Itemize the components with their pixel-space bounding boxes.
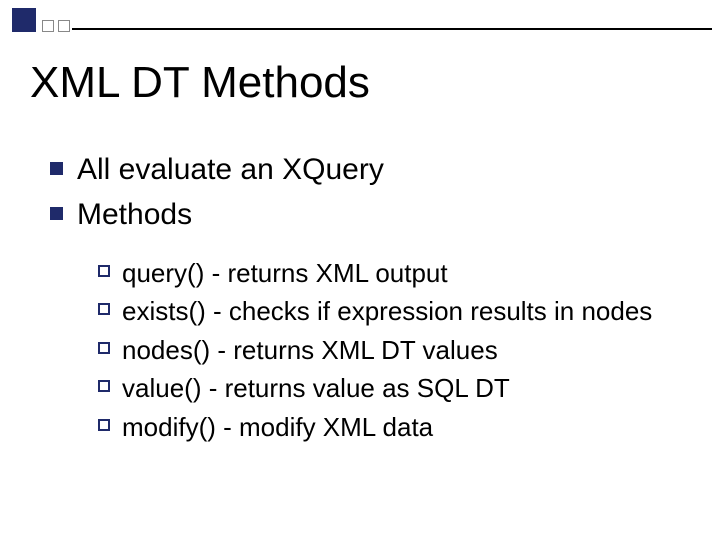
bullet-text: Methods (77, 195, 192, 236)
sub-bullet-item: query() - returns XML output (98, 255, 680, 291)
sub-bullet-item: exists() - checks if expression results … (98, 293, 680, 329)
bullet-text: All evaluate an XQuery (77, 150, 384, 191)
sub-bullet-text: query() - returns XML output (122, 255, 448, 291)
small-square-icon (42, 20, 54, 32)
filled-square-bullet-icon (50, 162, 63, 175)
slide-title: XML DT Methods (30, 58, 370, 108)
slide-body: All evaluate an XQuery Methods query() -… (50, 150, 680, 447)
hollow-square-bullet-icon (98, 342, 110, 354)
header-decoration (12, 8, 74, 32)
sub-bullet-item: value() - returns value as SQL DT (98, 370, 680, 406)
hollow-square-bullet-icon (98, 380, 110, 392)
sub-bullet-list: query() - returns XML output exists() - … (98, 255, 680, 445)
sub-bullet-text: modify() - modify XML data (122, 409, 433, 445)
accent-square-icon (12, 8, 36, 32)
sub-bullet-item: modify() - modify XML data (98, 409, 680, 445)
hollow-square-bullet-icon (98, 419, 110, 431)
bullet-item: Methods (50, 195, 680, 236)
hollow-square-bullet-icon (98, 265, 110, 277)
hollow-square-bullet-icon (98, 303, 110, 315)
sub-bullet-text: nodes() - returns XML DT values (122, 332, 498, 368)
sub-bullet-text: value() - returns value as SQL DT (122, 370, 510, 406)
sub-bullet-text: exists() - checks if expression results … (122, 293, 652, 329)
slide: XML DT Methods All evaluate an XQuery Me… (0, 0, 720, 540)
filled-square-bullet-icon (50, 207, 63, 220)
small-square-icon (58, 20, 70, 32)
bullet-item: All evaluate an XQuery (50, 150, 680, 191)
small-squares-group (42, 20, 74, 32)
sub-bullet-item: nodes() - returns XML DT values (98, 332, 680, 368)
header-rule (72, 28, 712, 30)
